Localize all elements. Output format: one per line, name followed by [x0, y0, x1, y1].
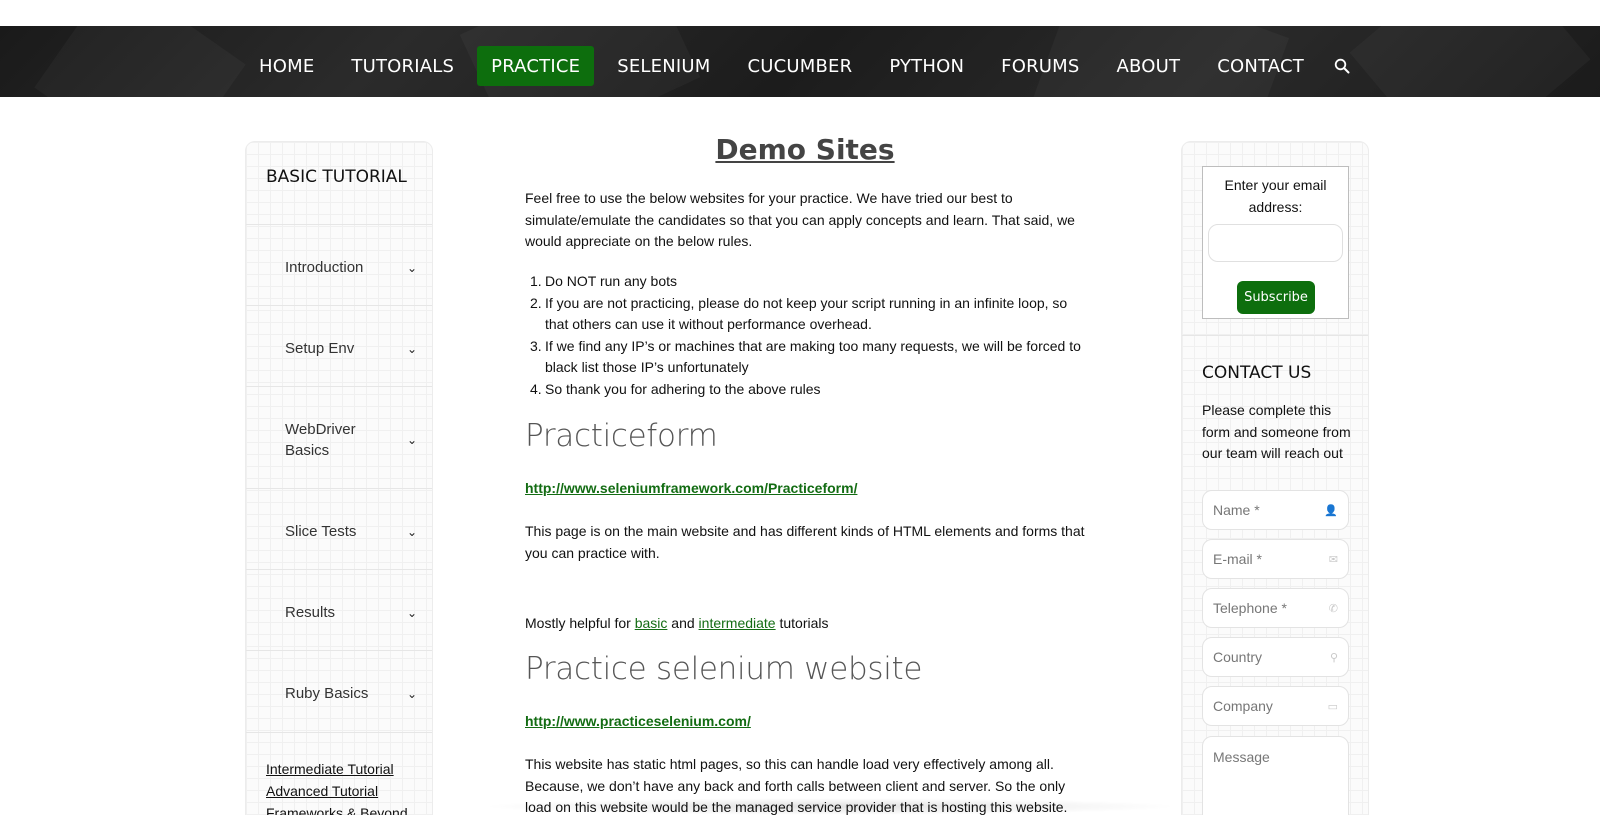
- nav-background-facet: [34, 26, 245, 97]
- nav-background-facet: [1350, 26, 1591, 97]
- chevron-down-icon: ⌄: [406, 686, 417, 701]
- sidebar-divider: [246, 305, 432, 306]
- nav-menu: HOME TUTORIALS PRACTICE SELENIUM CUCUMBE…: [245, 46, 1353, 86]
- email-placeholder: E-mail *: [1213, 551, 1263, 567]
- sidebar-divider: [246, 569, 432, 570]
- link-frameworks-beyond[interactable]: Frameworks & Beyond: [266, 805, 408, 815]
- user-icon: 👤: [1324, 504, 1338, 517]
- basic-link[interactable]: basic: [635, 615, 668, 631]
- right-sidebar: Enter your email address: Subscribe CONT…: [1181, 141, 1369, 815]
- search-icon[interactable]: [1331, 55, 1353, 77]
- sidebar-divider: [246, 488, 432, 489]
- practiceform-description: This page is on the main website and has…: [525, 523, 1085, 561]
- practiceselenium-link[interactable]: http://www.practiceselenium.com/: [525, 713, 751, 729]
- sidebar-item-label: Results: [285, 604, 336, 621]
- company-field[interactable]: Company ▭: [1202, 686, 1349, 726]
- map-pin-icon: ⚲: [1329, 651, 1338, 664]
- rules-list: 1. Do NOT run any bots 2. If you are not p…: [525, 271, 1085, 400]
- section-heading-practiceform: Practiceform: [525, 418, 718, 454]
- chevron-down-icon: ⌄: [406, 433, 417, 447]
- phone-icon: ✆: [1328, 602, 1338, 615]
- subscribe-button[interactable]: Subscribe: [1237, 281, 1315, 314]
- telephone-placeholder: Telephone *: [1213, 600, 1287, 616]
- main-navbar: HOME TUTORIALS PRACTICE SELENIUM CUCUMBE…: [0, 26, 1600, 97]
- nav-cucumber[interactable]: CUCUMBER: [733, 46, 866, 86]
- chevron-down-icon: ⌄: [406, 260, 417, 275]
- left-sidebar: BASIC TUTORIAL Introduction ⌄ Setup Env …: [245, 141, 433, 815]
- list-item: 4. So thank you for adhering to the above…: [530, 380, 821, 397]
- sidebar-divider: [246, 650, 432, 651]
- nav-contact[interactable]: CONTACT: [1203, 46, 1318, 86]
- page-title: Demo Sites: [715, 133, 895, 166]
- link-advanced-tutorial[interactable]: Advanced Tutorial: [266, 783, 378, 799]
- sidebar-divider: [1182, 335, 1368, 336]
- email-field[interactable]: E-mail * ✉: [1202, 539, 1349, 579]
- contact-description: Please complete this form and someone fr…: [1202, 402, 1351, 461]
- nav-practice[interactable]: PRACTICE: [477, 46, 595, 86]
- sidebar-item-ruby-basics[interactable]: Ruby Basics ⌄: [285, 683, 425, 704]
- chevron-down-icon: ⌄: [406, 605, 417, 620]
- sidebar-title: BASIC TUTORIAL: [266, 167, 407, 187]
- practiceform-link[interactable]: http://www.seleniumframework.com/Practic…: [525, 480, 857, 496]
- link-intermediate-tutorial[interactable]: Intermediate Tutorial: [266, 761, 394, 777]
- sidebar-divider: [246, 224, 432, 225]
- sidebar-divider: [246, 386, 432, 387]
- section-heading-practice-selenium: Practice selenium website: [525, 651, 923, 687]
- contact-title: CONTACT US: [1202, 363, 1312, 383]
- subscribe-label: Enter your email address:: [1224, 177, 1327, 215]
- top-strip: [0, 0, 1600, 26]
- nav-forums[interactable]: FORUMS: [987, 46, 1093, 86]
- sidebar-item-setup-env[interactable]: Setup Env ⌄: [285, 338, 425, 359]
- country-field[interactable]: Country ⚲: [1202, 637, 1349, 677]
- list-item: 3. If we find any IP’s or machines that a…: [530, 337, 1081, 376]
- intro-paragraph: Feel free to use the below websites for …: [525, 190, 1075, 249]
- sidebar-item-slice-tests[interactable]: Slice Tests ⌄: [285, 521, 425, 542]
- message-placeholder: Message: [1213, 749, 1270, 765]
- sidebar-item-label: Introduction: [285, 259, 364, 276]
- subscribe-box: Enter your email address: Subscribe: [1202, 166, 1349, 319]
- sidebar-item-label: Slice Tests: [285, 523, 357, 540]
- telephone-field[interactable]: Telephone * ✆: [1202, 588, 1349, 628]
- subscribe-email-input[interactable]: [1208, 224, 1343, 262]
- nav-home[interactable]: HOME: [245, 46, 328, 86]
- country-placeholder: Country: [1213, 649, 1263, 665]
- sidebar-divider: [246, 732, 432, 733]
- message-field[interactable]: Message: [1202, 736, 1349, 815]
- nav-tutorials[interactable]: TUTORIALS: [337, 46, 468, 86]
- main-content: Demo Sites Feel free to use the below we…: [525, 130, 1085, 815]
- name-field[interactable]: Name * 👤: [1202, 490, 1349, 530]
- list-item: 2. If you are not practicing, please do n…: [530, 294, 1068, 333]
- envelope-icon: ✉: [1328, 553, 1338, 566]
- nav-about[interactable]: ABOUT: [1103, 46, 1195, 86]
- name-placeholder: Name *: [1213, 502, 1260, 518]
- bottom-shadow: [480, 798, 1180, 815]
- helpful-for-text: Mostly helpful for basic and intermediat…: [525, 615, 829, 631]
- sidebar-item-introduction[interactable]: Introduction ⌄: [285, 257, 425, 278]
- sidebar-item-label: WebDriver Basics: [285, 421, 356, 459]
- chevron-down-icon: ⌄: [406, 341, 417, 356]
- list-item: 1. Do NOT run any bots: [530, 273, 678, 289]
- chevron-down-icon: ⌄: [406, 524, 417, 539]
- sidebar-item-label: Setup Env: [285, 340, 355, 357]
- sidebar-item-webdriver-basics[interactable]: WebDriver Basics ⌄: [285, 419, 425, 461]
- nav-selenium[interactable]: SELENIUM: [603, 46, 724, 86]
- sidebar-item-results[interactable]: Results ⌄: [285, 602, 425, 623]
- company-placeholder: Company: [1213, 698, 1273, 714]
- briefcase-icon: ▭: [1327, 700, 1338, 713]
- intermediate-link[interactable]: intermediate: [699, 615, 776, 631]
- sidebar-item-label: Ruby Basics: [285, 685, 369, 702]
- nav-python[interactable]: PYTHON: [875, 46, 978, 86]
